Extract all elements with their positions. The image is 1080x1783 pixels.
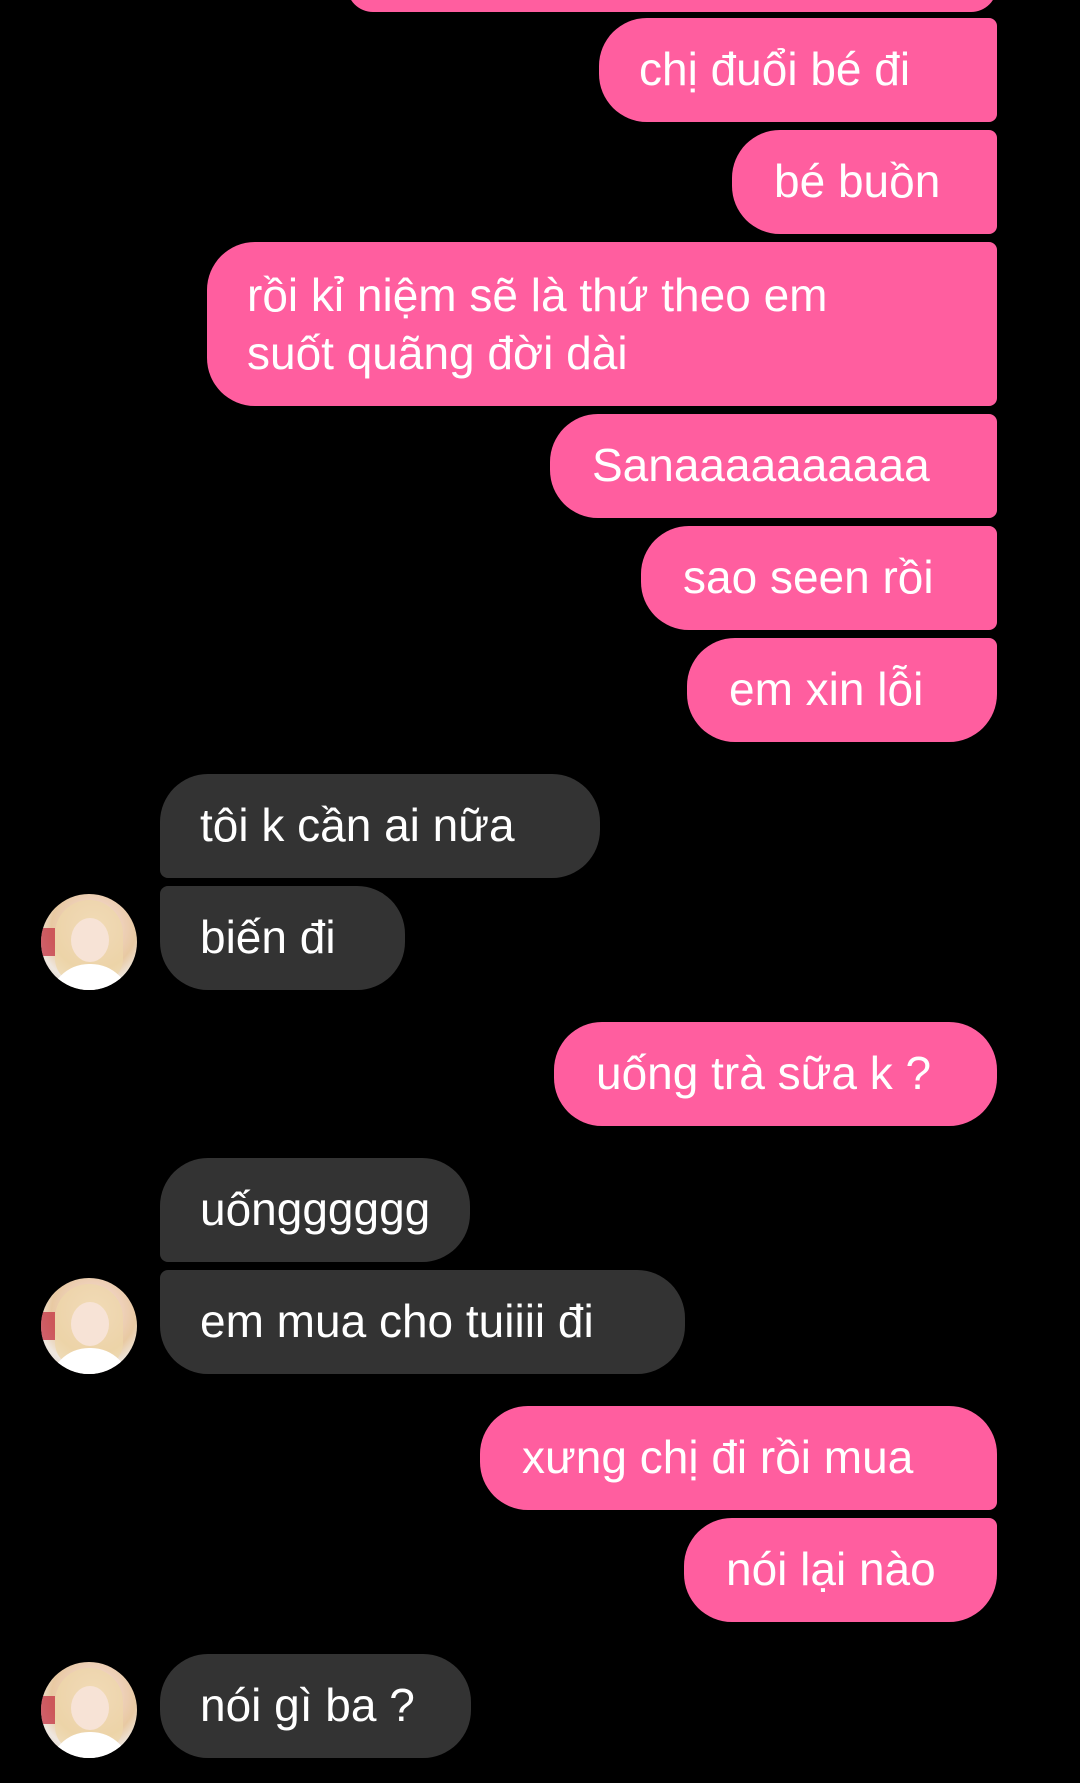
message-bubble-incoming[interactable]: uốngggggg [160, 1158, 470, 1262]
message-text: xưng chị đi rồi mua [522, 1431, 914, 1483]
message-text: Sanaaaaaaaaaa [592, 439, 930, 491]
message-text: em mua cho tuiiii đi [200, 1295, 594, 1347]
message-text: bé buồn [774, 155, 941, 207]
message-bubble-outgoing[interactable] [347, 0, 997, 12]
message-bubble-incoming[interactable]: tôi k cần ai nữa [160, 774, 600, 878]
message-text: sao seen rồi [683, 551, 934, 603]
message-text: chị đuổi bé đi [639, 43, 911, 95]
message-text: nói lại nào [726, 1543, 936, 1595]
message-bubble-incoming[interactable]: biến đi [160, 886, 405, 990]
message-bubble-outgoing[interactable]: xưng chị đi rồi mua [480, 1406, 997, 1510]
contact-avatar[interactable] [41, 1278, 137, 1374]
contact-avatar[interactable] [41, 894, 137, 990]
message-bubble-incoming[interactable]: nói gì ba ? [160, 1654, 471, 1758]
message-text: biến đi [200, 911, 336, 963]
message-text: uống trà sữa k ? [596, 1047, 932, 1099]
message-bubble-outgoing[interactable]: rồi kỉ niệm sẽ là thứ theo em suốt quãng… [207, 242, 997, 406]
message-bubble-outgoing[interactable]: Sanaaaaaaaaaa [550, 414, 997, 518]
message-bubble-outgoing[interactable]: em xin lỗi [687, 638, 997, 742]
message-text-line: suốt quãng đời dài [247, 327, 628, 379]
message-text: em xin lỗi [729, 663, 924, 715]
message-text: nói gì ba ? [200, 1679, 415, 1731]
message-bubble-outgoing[interactable]: nói lại nào [684, 1518, 997, 1622]
contact-avatar[interactable] [41, 1662, 137, 1758]
message-text: tôi k cần ai nữa [200, 799, 515, 851]
message-bubble-outgoing[interactable]: uống trà sữa k ? [554, 1022, 997, 1126]
message-bubble-incoming[interactable]: em mua cho tuiiii đi [160, 1270, 685, 1374]
message-text: uốngggggg [200, 1183, 431, 1235]
message-bubble-outgoing[interactable]: bé buồn [732, 130, 997, 234]
message-text-line: rồi kỉ niệm sẽ là thứ theo em [247, 269, 828, 321]
message-bubble-outgoing[interactable]: sao seen rồi [641, 526, 997, 630]
message-bubble-outgoing[interactable]: chị đuổi bé đi [599, 18, 997, 122]
